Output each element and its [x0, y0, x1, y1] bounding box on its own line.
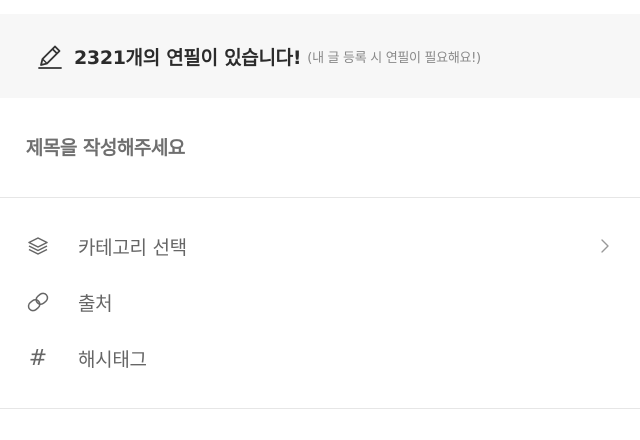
source-label: 출처	[78, 292, 113, 315]
pencil-count-text: 2321개의 연필이 있습니다!	[74, 46, 302, 69]
link-icon	[24, 288, 52, 316]
hashtag-label: 해시태그	[78, 348, 147, 371]
source-row[interactable]: 출처	[0, 274, 640, 330]
hash-icon: #	[24, 344, 52, 372]
hashtag-row[interactable]: # 해시태그	[0, 330, 640, 386]
pencil-hint-text: (내 글 등록 시 연필이 필요해요!)	[307, 50, 481, 66]
layers-icon	[24, 232, 52, 260]
category-select-row[interactable]: 카테고리 선택	[0, 218, 640, 274]
pencil-icon	[34, 40, 66, 72]
post-options-list: 카테고리 선택 출처 # 해시태그	[0, 198, 640, 409]
post-editor-page: 2321개의 연필이 있습니다! (내 글 등록 시 연필이 필요해요!) 카테…	[0, 0, 640, 440]
category-label: 카테고리 선택	[78, 236, 187, 259]
hash-glyph: #	[28, 345, 48, 371]
pencil-count-banner: 2321개의 연필이 있습니다! (내 글 등록 시 연필이 필요해요!)	[0, 14, 640, 98]
title-field-container	[0, 98, 640, 198]
title-input[interactable]	[26, 136, 606, 159]
chevron-right-icon	[598, 237, 612, 255]
top-spacer	[0, 0, 640, 14]
